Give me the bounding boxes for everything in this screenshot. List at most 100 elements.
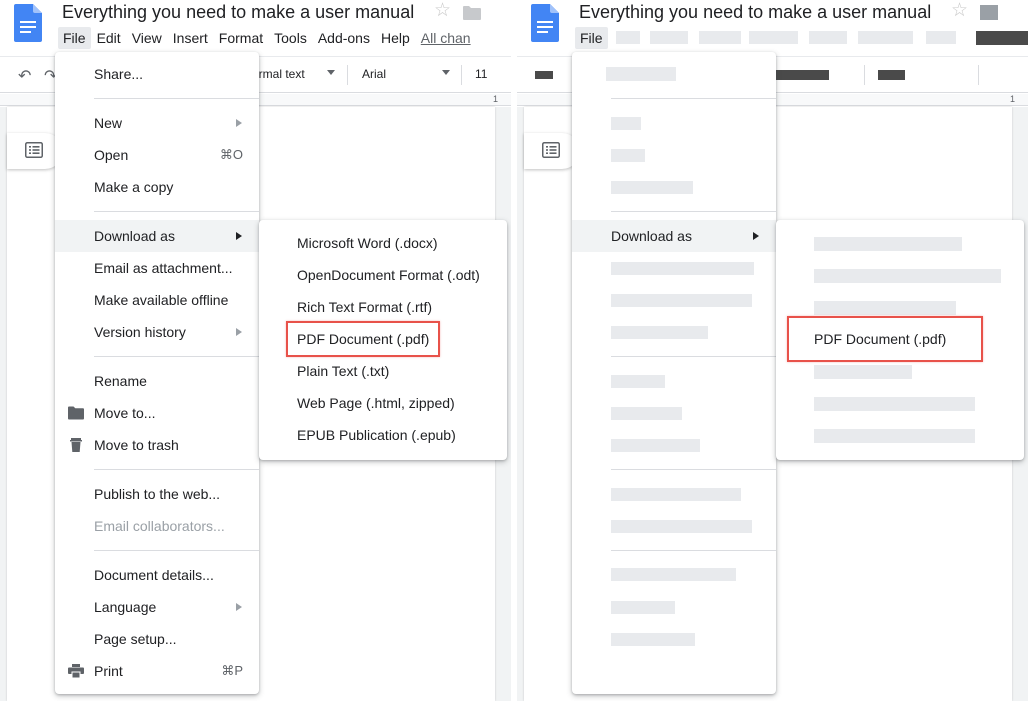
menu-item-label: OpenDocument Format (.odt)	[297, 267, 480, 283]
star-icon[interactable]: ☆	[951, 1, 968, 21]
menu-item-new[interactable]: New	[55, 107, 259, 139]
menu-item-share[interactable]: Share...	[55, 58, 259, 90]
last-edit-link[interactable]: All chan	[416, 27, 476, 49]
menu-item-label: Open	[94, 147, 129, 163]
menu-file[interactable]: File	[58, 27, 91, 49]
menu-placeholder	[650, 31, 688, 44]
menu-separator	[94, 469, 259, 470]
shortcut-label: ⌘O	[219, 147, 243, 162]
file-menu: Download as	[572, 52, 776, 694]
submenu-arrow-icon	[236, 232, 242, 240]
menu-file[interactable]: File	[575, 27, 608, 49]
doc-title[interactable]: Everything you need to make a user manua…	[62, 0, 414, 24]
shortcut-label: ⌘P	[221, 663, 243, 678]
menu-item-open[interactable]: Open ⌘O	[55, 139, 259, 171]
menu-item-email-collaborators: Email collaborators...	[55, 510, 259, 542]
menu-item-label: Download as	[94, 228, 175, 244]
submenu-arrow-icon	[236, 603, 242, 611]
download-odt[interactable]: OpenDocument Format (.odt)	[259, 259, 507, 291]
docs-icon[interactable]	[531, 4, 559, 42]
outline-icon[interactable]	[542, 142, 560, 158]
menu-item-label: Rich Text Format (.rtf)	[297, 299, 433, 315]
menu-view[interactable]: View	[127, 27, 167, 49]
menu-item-email-as-attachment[interactable]: Email as attachment...	[55, 252, 259, 284]
menu-item-label: New	[94, 115, 123, 131]
menu-item-move-to[interactable]: Move to...	[55, 397, 259, 429]
menu-item-label: Email as attachment...	[94, 260, 233, 276]
menu-placeholder	[858, 31, 913, 44]
docs-icon[interactable]	[14, 4, 42, 42]
menu-item-make-a-copy[interactable]: Make a copy	[55, 171, 259, 203]
menu-insert[interactable]: Insert	[168, 27, 213, 49]
menu-item-placeholder	[611, 568, 736, 581]
menu-item-document-details[interactable]: Document details...	[55, 559, 259, 591]
submenu-arrow-icon	[753, 232, 759, 240]
menu-item-label: Publish to the web...	[94, 486, 221, 502]
menu-item-move-to-trash[interactable]: Move to trash	[55, 429, 259, 461]
font-size-input[interactable]: 11	[475, 67, 487, 81]
menu-bar: File Edit View Insert Format Tools Add-ons Help…	[58, 27, 477, 49]
style-select[interactable]: ormal text	[252, 67, 305, 81]
star-icon[interactable]: ☆	[434, 1, 451, 21]
menu-separator	[611, 469, 776, 470]
outline-icon[interactable]	[25, 142, 43, 158]
menu-separator	[94, 98, 259, 99]
download-epub[interactable]: EPUB Publication (.epub)	[259, 419, 507, 451]
menu-placeholder	[809, 31, 847, 44]
folder-icon[interactable]	[980, 5, 998, 20]
menu-item-label: Version history	[94, 324, 186, 340]
menu-item-label: Move to trash	[94, 437, 179, 453]
menu-item-publish-to-web[interactable]: Publish to the web...	[55, 478, 259, 510]
menu-item-download-as[interactable]: Download as	[572, 220, 776, 252]
menu-edit[interactable]: Edit	[92, 27, 126, 49]
menu-item-placeholder	[611, 326, 708, 339]
toolbar-divider	[864, 65, 865, 85]
menu-tools[interactable]: Tools	[269, 27, 312, 49]
menu-separator	[94, 211, 259, 212]
menu-separator	[611, 550, 776, 551]
panel-focus-menu: Everything you need to make a user manua…	[517, 0, 1028, 701]
menu-item-print[interactable]: Print ⌘P	[55, 655, 259, 687]
menu-item-version-history[interactable]: Version history	[55, 316, 259, 348]
menu-item-download-as[interactable]: Download as	[55, 220, 259, 252]
panel-full-menu: Everything you need to make a user manua…	[0, 0, 511, 701]
folder-icon[interactable]	[463, 5, 481, 20]
menu-format[interactable]: Format	[214, 27, 268, 49]
menu-placeholder	[616, 31, 640, 44]
menu-item-label: Web Page (.html, zipped)	[297, 395, 455, 411]
menu-item-placeholder	[611, 181, 693, 194]
menu-add-ons[interactable]: Add-ons	[313, 27, 375, 49]
menu-item-rename[interactable]: Rename	[55, 365, 259, 397]
doc-title[interactable]: Everything you need to make a user manua…	[579, 0, 931, 24]
file-menu: Share... New Open ⌘O Make a copy Download…	[55, 52, 259, 694]
menu-item-label: Plain Text (.txt)	[297, 363, 390, 379]
menu-item-placeholder	[611, 149, 645, 162]
menu-item-make-available-offline[interactable]: Make available offline	[55, 284, 259, 316]
undo-icon[interactable]: ↶	[18, 66, 31, 86]
folder-icon	[68, 406, 84, 420]
download-html[interactable]: Web Page (.html, zipped)	[259, 387, 507, 419]
trash-icon	[70, 438, 82, 452]
menu-placeholder	[699, 31, 741, 44]
menu-help[interactable]: Help	[376, 27, 415, 49]
menu-item-language[interactable]: Language	[55, 591, 259, 623]
download-rtf[interactable]: Rich Text Format (.rtf)	[259, 291, 507, 323]
menu-item-label: Document details...	[94, 567, 214, 583]
menu-item-placeholder	[814, 301, 956, 315]
menu-item-page-setup[interactable]: Page setup...	[55, 623, 259, 655]
toolbar-divider	[978, 65, 979, 85]
menu-item-placeholder	[611, 375, 665, 388]
menu-item-placeholder	[814, 365, 912, 379]
highlight-box	[787, 316, 983, 362]
menu-item-label: Rename	[94, 373, 147, 389]
menu-separator	[94, 356, 259, 357]
menu-item-placeholder	[611, 601, 675, 614]
font-select[interactable]: Arial	[362, 67, 386, 81]
menu-item-label: Move to...	[94, 405, 156, 421]
chevron-down-icon	[327, 70, 335, 75]
menu-placeholder	[749, 31, 798, 44]
download-docx[interactable]: Microsoft Word (.docx)	[259, 227, 507, 259]
menu-item-label: Share...	[94, 66, 144, 82]
download-txt[interactable]: Plain Text (.txt)	[259, 355, 507, 387]
menu-placeholder	[926, 31, 956, 44]
